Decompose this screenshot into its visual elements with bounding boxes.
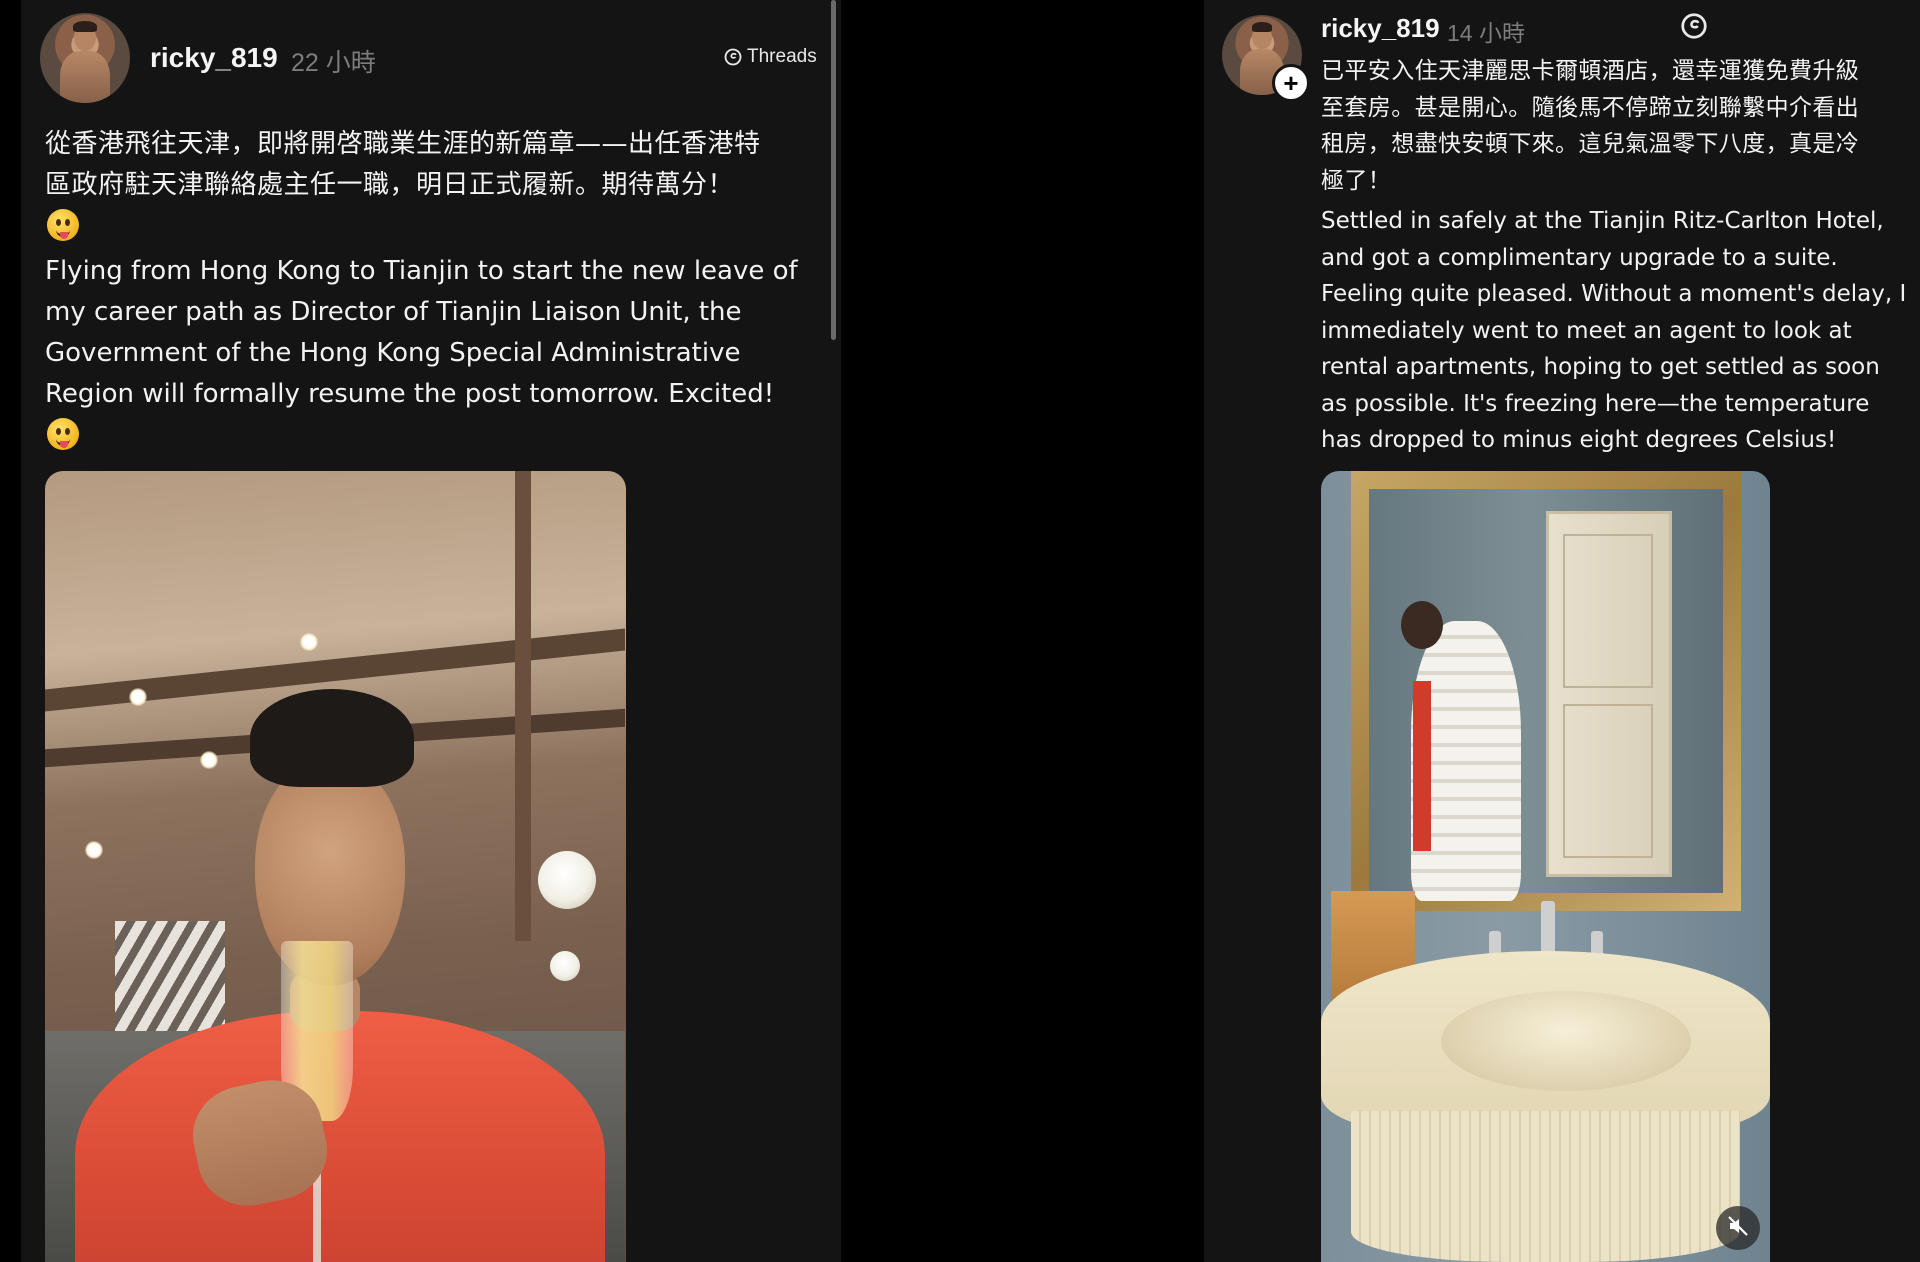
threads-label: Threads	[747, 46, 817, 67]
left-zh-line: 從香港飛往天津，即將開啓職業生涯的新篇章——出任香港特	[45, 129, 761, 159]
left-post-text-zh: 從香港飛往天津，即將開啓職業生涯的新篇章——出任香港特 區政府駐天津聯絡處主任一…	[45, 124, 830, 206]
left-en-line: Government of the Hong Kong Special Admi…	[45, 338, 741, 368]
threads-icon[interactable]	[1678, 10, 1710, 42]
scrollbar[interactable]	[831, 0, 836, 340]
right-en-line: Settled in safely at the Tianjin Ritz-Ca…	[1321, 208, 1884, 234]
right-en-line: as possible. It's freezing here—the temp…	[1321, 390, 1870, 417]
left-en-line: Region will formally resume the post tom…	[45, 379, 775, 409]
right-en-line: Feeling quite pleased. Without a moment'…	[1321, 281, 1907, 307]
left-post-photo[interactable]	[45, 471, 626, 1262]
right-post-panel: + ricky_819 14 小時 已平安入住天津麗思卡爾頓酒店，還幸運獲免費升…	[1204, 0, 1920, 1262]
left-en-line: my career path as Director of Tianjin Li…	[45, 297, 742, 327]
follow-plus-icon[interactable]: +	[1272, 64, 1310, 102]
left-zh-line: 區政府駐天津聯絡處主任一職，明日正式履新。期待萬分！	[45, 170, 735, 200]
left-timestamp: 22 小時	[291, 49, 376, 77]
threads-link[interactable]: Threads	[723, 46, 817, 68]
right-timestamp: 14 小時	[1447, 20, 1525, 46]
threads-icon	[723, 47, 743, 67]
right-en-line: has dropped to minus eight degrees Celsi…	[1321, 427, 1837, 453]
mute-button[interactable]	[1716, 1206, 1760, 1250]
right-zh-line: 極了！	[1321, 167, 1392, 194]
left-post-panel: ricky_819 22 小時 Threads 從香港飛往天津，即將開啓職業生涯…	[21, 0, 841, 1262]
left-username[interactable]: ricky_819	[150, 42, 278, 74]
tongue-out-emoji-icon	[47, 418, 79, 450]
tongue-out-emoji-icon	[47, 209, 79, 241]
right-post-text-zh: 已平安入住天津麗思卡爾頓酒店，還幸運獲免費升級 至套房。甚是開心。隨後馬不停蹄立…	[1321, 53, 1911, 199]
right-username[interactable]: ricky_819	[1321, 13, 1440, 44]
left-avatar[interactable]	[40, 13, 130, 103]
right-en-line: immediately went to meet an agent to loo…	[1321, 317, 1852, 344]
left-post-text-en: Flying from Hong Kong to Tianjin to star…	[45, 251, 835, 415]
right-post-photo[interactable]	[1321, 471, 1770, 1262]
right-post-text-en: Settled in safely at the Tianjin Ritz-Ca…	[1321, 203, 1920, 459]
follow-symbol: +	[1283, 68, 1299, 98]
right-zh-line: 已平安入住天津麗思卡爾頓酒店，還幸運獲免費升級	[1321, 58, 1860, 84]
right-en-line: rental apartments, hoping to get settled…	[1321, 354, 1880, 380]
right-en-line: and got a complimentary upgrade to a sui…	[1321, 244, 1838, 271]
right-zh-line: 租房，想盡快安頓下來。這兒氣溫零下八度，真是冷	[1321, 131, 1860, 157]
left-en-line: Flying from Hong Kong to Tianjin to star…	[45, 256, 798, 286]
speaker-muted-icon	[1726, 1214, 1750, 1243]
right-zh-line: 至套房。甚是開心。隨後馬不停蹄立刻聯繫中介看出	[1321, 94, 1860, 121]
